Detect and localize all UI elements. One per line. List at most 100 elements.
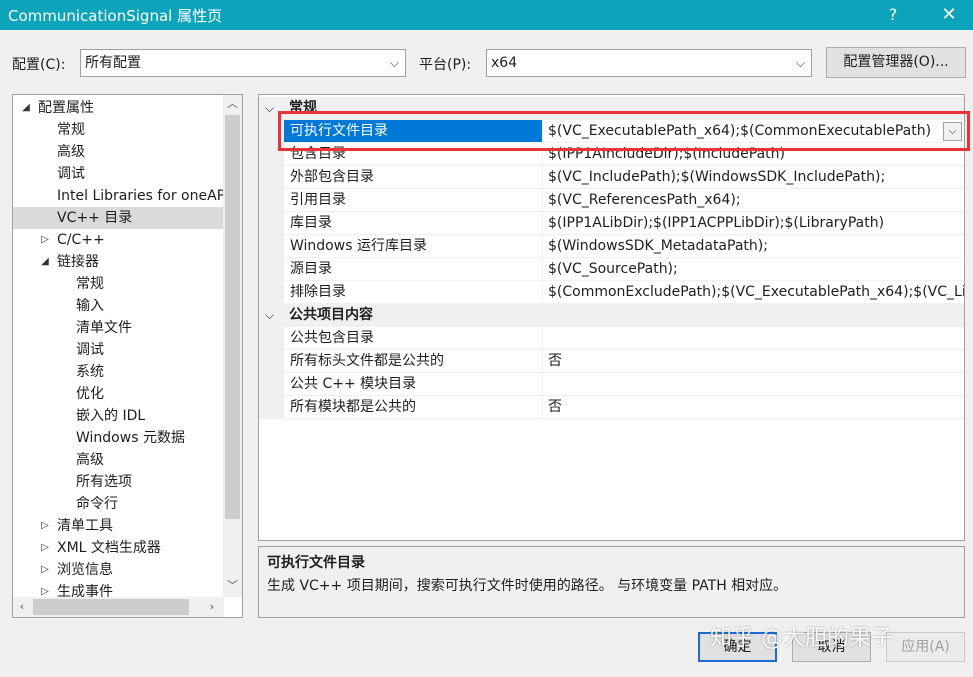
tree-item-label: 浏览信息 xyxy=(57,562,113,578)
tree-item[interactable]: Windows 元数据 xyxy=(13,427,224,449)
tree-item[interactable]: 命令行 xyxy=(13,493,224,515)
tree-item[interactable]: 高级 xyxy=(13,449,224,471)
platform-select[interactable]: x64 ⌵ xyxy=(486,49,812,77)
tree-item-label: 所有选项 xyxy=(76,474,132,490)
property-value[interactable]: $(WindowsSDK_MetadataPath); xyxy=(542,235,964,258)
tree-item[interactable]: 常规 xyxy=(13,273,224,295)
property-value[interactable]: $(VC_IncludePath);$(WindowsSDK_IncludePa… xyxy=(542,166,964,189)
row-gutter xyxy=(259,166,284,189)
property-name[interactable]: 库目录 xyxy=(284,212,542,235)
grid-category-label: 常规 xyxy=(289,100,317,116)
property-row[interactable]: 库目录 $(IPP1ALibDir);$(IPP1ACPPLibDir);$(Li… xyxy=(259,212,964,235)
tree-item-label: 输入 xyxy=(76,298,104,314)
expand-icon[interactable]: ▷ xyxy=(38,229,52,251)
property-row[interactable]: 包含目录 $(IPP1AIncludeDir);$(IncludePath) xyxy=(259,143,964,166)
expand-icon[interactable]: ▷ xyxy=(38,559,52,581)
scroll-thumb[interactable] xyxy=(33,599,189,615)
tree-item[interactable]: 优化 xyxy=(13,383,224,405)
property-value[interactable]: $(CommonExcludePath);$(VC_ExecutablePath… xyxy=(542,281,964,304)
chevron-down-icon[interactable]: ⌵ xyxy=(265,304,274,326)
tree-vertical-scrollbar[interactable]: ︿ ﹀ xyxy=(223,95,242,597)
property-name[interactable]: 源目录 xyxy=(284,258,542,281)
property-row[interactable]: 公共 C++ 模块目录 xyxy=(259,373,964,396)
chevron-down-icon[interactable]: ⌵ xyxy=(265,97,274,119)
property-name[interactable]: 包含目录 xyxy=(284,143,542,166)
property-value[interactable]: $(VC_ExecutablePath_x64);$(CommonExecuta… xyxy=(542,120,964,143)
property-name[interactable]: 所有模块都是公共的 xyxy=(284,396,542,419)
property-name[interactable]: 可执行文件目录 xyxy=(284,120,542,143)
close-button[interactable]: ✕ xyxy=(937,3,961,27)
property-row[interactable]: 源目录 $(VC_SourcePath); xyxy=(259,258,964,281)
tree-item[interactable]: ▷ 清单工具 xyxy=(13,515,224,537)
tree-item[interactable]: ◢ 链接器 xyxy=(13,251,224,273)
property-value[interactable]: $(VC_SourcePath); xyxy=(542,258,964,281)
property-value[interactable]: 否 xyxy=(542,396,964,419)
property-row[interactable]: 可执行文件目录 $(VC_ExecutablePath_x64);$(Common… xyxy=(259,120,964,143)
property-value[interactable] xyxy=(542,373,964,396)
property-name[interactable]: 公共 C++ 模块目录 xyxy=(284,373,542,396)
property-row[interactable]: 公共包含目录 xyxy=(259,327,964,350)
grid-category[interactable]: ⌵ 公共项目内容 xyxy=(259,304,964,327)
ok-button[interactable]: 确定 xyxy=(698,632,777,662)
property-name[interactable]: 外部包含目录 xyxy=(284,166,542,189)
property-row[interactable]: 引用目录 $(VC_ReferencesPath_x64); xyxy=(259,189,964,212)
property-name[interactable]: 排除目录 xyxy=(284,281,542,304)
row-gutter xyxy=(259,212,284,235)
property-name[interactable]: Windows 运行库目录 xyxy=(284,235,542,258)
tree-item[interactable]: VC++ 目录 xyxy=(13,207,224,229)
description-text: 生成 VC++ 项目期间，搜索可执行文件时使用的路径。 与环境变量 PATH 相… xyxy=(267,578,788,594)
tree-item[interactable]: Intel Libraries for oneAPI xyxy=(13,185,224,207)
scroll-up-icon[interactable]: ︿ xyxy=(223,95,242,113)
scroll-thumb[interactable] xyxy=(225,115,240,519)
tree-item[interactable]: 常规 xyxy=(13,119,224,141)
collapse-icon[interactable]: ◢ xyxy=(38,251,52,273)
dropdown-icon[interactable]: ⌵ xyxy=(943,122,962,141)
tree-item[interactable]: ▷ XML 文档生成器 xyxy=(13,537,224,559)
tree-item[interactable]: ▷ 生成事件 xyxy=(13,581,224,597)
help-button[interactable]: ? xyxy=(881,3,905,27)
tree-horizontal-scrollbar[interactable]: ‹ › xyxy=(13,597,224,617)
tree-item[interactable]: 高级 xyxy=(13,141,224,163)
cancel-button[interactable]: 取消 xyxy=(792,632,871,662)
property-row[interactable]: 排除目录 $(CommonExcludePath);$(VC_Executable… xyxy=(259,281,964,304)
property-grid: ⌵ 常规可执行文件目录 $(VC_ExecutablePath_x64);$(Com… xyxy=(258,94,965,541)
property-value[interactable]: $(VC_ReferencesPath_x64); xyxy=(542,189,964,212)
tree-item[interactable]: 所有选项 xyxy=(13,471,224,493)
property-value[interactable] xyxy=(542,327,964,350)
tree-item[interactable]: 输入 xyxy=(13,295,224,317)
property-row[interactable]: 所有模块都是公共的否 xyxy=(259,396,964,419)
property-row[interactable]: 外部包含目录 $(VC_IncludePath);$(WindowsSDK_Inc… xyxy=(259,166,964,189)
grid-category[interactable]: ⌵ 常规 xyxy=(259,97,964,120)
property-row[interactable]: Windows 运行库目录 $(WindowsSDK_MetadataPath); xyxy=(259,235,964,258)
config-select[interactable]: 所有配置 ⌵ xyxy=(80,49,406,77)
expand-icon[interactable]: ▷ xyxy=(38,537,52,559)
tree-item[interactable]: 调试 xyxy=(13,163,224,185)
tree-item-label: 命令行 xyxy=(76,496,118,512)
scroll-left-icon[interactable]: ‹ xyxy=(13,597,31,617)
property-value[interactable]: 否 xyxy=(542,350,964,373)
tree-item[interactable]: ▷ 浏览信息 xyxy=(13,559,224,581)
scroll-down-icon[interactable]: ﹀ xyxy=(223,577,242,595)
property-value[interactable]: $(IPP1ALibDir);$(IPP1ACPPLibDir);$(Libra… xyxy=(542,212,964,235)
config-manager-button[interactable]: 配置管理器(O)... xyxy=(826,47,966,78)
tree-item[interactable]: 清单文件 xyxy=(13,317,224,339)
expand-icon[interactable]: ▷ xyxy=(38,515,52,537)
row-gutter xyxy=(259,373,284,396)
tree-item[interactable]: ▷ C/C++ xyxy=(13,229,224,251)
scroll-right-icon[interactable]: › xyxy=(203,597,221,617)
tree-item[interactable]: 调试 xyxy=(13,339,224,361)
tree-item-label: 常规 xyxy=(57,122,85,138)
tree-item-label: 调试 xyxy=(76,342,104,358)
property-name[interactable]: 公共包含目录 xyxy=(284,327,542,350)
expand-icon[interactable]: ▷ xyxy=(38,581,52,597)
property-name[interactable]: 所有标头文件都是公共的 xyxy=(284,350,542,373)
apply-button[interactable]: 应用(A) xyxy=(886,632,965,662)
tree-item[interactable]: ◢ 配置属性 xyxy=(13,97,224,119)
collapse-icon[interactable]: ◢ xyxy=(19,97,33,119)
property-name[interactable]: 引用目录 xyxy=(284,189,542,212)
property-row[interactable]: 所有标头文件都是公共的否 xyxy=(259,350,964,373)
row-gutter xyxy=(259,396,284,419)
tree-item[interactable]: 嵌入的 IDL xyxy=(13,405,224,427)
property-value[interactable]: $(IPP1AIncludeDir);$(IncludePath) xyxy=(542,143,964,166)
tree-item[interactable]: 系统 xyxy=(13,361,224,383)
